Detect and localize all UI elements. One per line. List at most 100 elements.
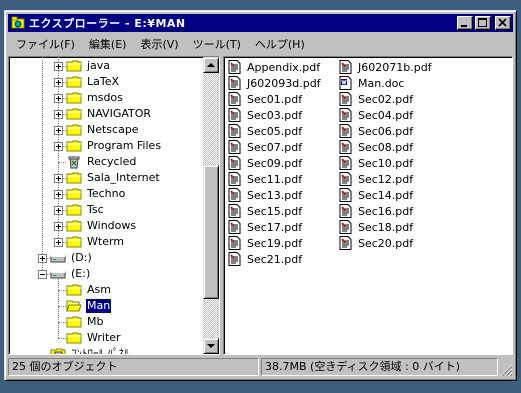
expand-icon[interactable] <box>54 222 63 231</box>
tree-item-label[interactable]: Tsc <box>86 203 105 217</box>
folder-icon <box>66 283 82 297</box>
menu-file[interactable]: ファイル(F) <box>8 36 81 52</box>
tree-item-label[interactable]: (D:) <box>70 251 93 265</box>
tree-item-label[interactable]: java <box>86 59 111 73</box>
file-item[interactable]: Sec20.pdf <box>339 235 413 251</box>
explorer-window: エクスプローラー - E:¥MAN ファイル(F) 編集(E) 表示(V) ツー… <box>4 10 517 381</box>
collapse-icon[interactable] <box>38 270 47 279</box>
tree-connector <box>58 338 66 339</box>
file-item[interactable]: Appendix.pdf <box>228 59 320 75</box>
menu-help[interactable]: ヘルプ(H) <box>247 36 311 52</box>
tree-item-label[interactable]: Program Files <box>86 139 162 153</box>
drive-icon <box>50 251 66 265</box>
tree-item-label[interactable]: Windows <box>86 219 137 233</box>
tree-vertical-scrollbar[interactable] <box>203 57 219 354</box>
file-item[interactable]: J602071b.pdf <box>339 59 432 75</box>
status-object-count: 25 個のオブジェクト <box>8 358 259 376</box>
file-item[interactable]: Sec14.pdf <box>339 187 413 203</box>
folder-icon <box>66 203 82 217</box>
tree-item-label[interactable]: msdos <box>86 91 124 105</box>
file-item[interactable]: Sec01.pdf <box>228 91 302 107</box>
folder-tree-pane[interactable]: java LaTeX msdos NAVIGATOR Netscape Program F… <box>8 56 220 355</box>
minimize-button[interactable] <box>457 16 473 30</box>
file-item[interactable]: Man.doc <box>339 75 404 91</box>
expand-icon[interactable] <box>54 174 63 183</box>
tree-item-label[interactable]: Techno <box>86 187 126 201</box>
file-item[interactable]: Sec17.pdf <box>228 219 302 235</box>
tree-item-label[interactable]: (E:) <box>70 267 91 281</box>
status-disk-info: 38.7MB (空きディスク領域 : 0 バイト) <box>261 358 498 376</box>
file-name: Sec18.pdf <box>358 220 414 234</box>
expand-icon[interactable] <box>54 142 63 151</box>
expand-icon[interactable] <box>54 78 63 87</box>
file-name: Sec16.pdf <box>358 204 414 218</box>
file-name: Sec10.pdf <box>358 156 414 170</box>
pdf-file-icon <box>228 188 244 202</box>
tree-item-label[interactable]: Netscape <box>86 123 140 137</box>
tree-item-label[interactable]: Asm <box>86 283 112 297</box>
tree-item-label[interactable]: LaTeX <box>86 75 120 89</box>
file-item[interactable]: Sec06.pdf <box>339 123 413 139</box>
folder-icon <box>66 171 82 185</box>
expand-icon[interactable] <box>54 190 63 199</box>
file-item[interactable]: Sec09.pdf <box>228 155 302 171</box>
file-list-pane[interactable]: Appendix.pdf J602093d.pdf Sec01.pdf Sec03.p… <box>223 56 513 355</box>
file-item[interactable]: Sec03.pdf <box>228 107 302 123</box>
scroll-thumb[interactable] <box>203 165 219 299</box>
maximize-button[interactable] <box>475 16 491 30</box>
file-item[interactable]: Sec02.pdf <box>339 91 413 107</box>
file-item[interactable]: Sec12.pdf <box>339 171 413 187</box>
expand-icon[interactable] <box>54 110 63 119</box>
file-item[interactable]: Sec04.pdf <box>339 107 413 123</box>
expand-icon[interactable] <box>54 62 63 71</box>
file-item[interactable]: Sec07.pdf <box>228 139 302 155</box>
pdf-file-icon <box>339 92 355 106</box>
tree-item-label[interactable]: Mb <box>86 315 104 329</box>
tree-connector <box>42 57 43 274</box>
expand-icon[interactable] <box>38 254 47 263</box>
title-bar[interactable]: エクスプローラー - E:¥MAN <box>8 14 513 32</box>
minimize-icon <box>461 25 467 27</box>
menu-view[interactable]: 表示(V) <box>132 36 184 52</box>
expand-icon[interactable] <box>54 126 63 135</box>
scroll-up-button[interactable] <box>203 57 219 73</box>
file-name: Appendix.pdf <box>247 60 321 74</box>
tree-item-label[interactable]: Man <box>84 298 113 314</box>
file-name: Sec12.pdf <box>358 172 414 186</box>
tree-item-label[interactable]: ｺﾝﾄﾛｰﾙ ﾊﾟﾈﾙ <box>70 347 131 354</box>
tree-item-label[interactable]: Wterm <box>86 235 125 249</box>
file-item[interactable]: Sec18.pdf <box>339 219 413 235</box>
file-item[interactable]: Sec11.pdf <box>228 171 302 187</box>
file-item[interactable]: Sec05.pdf <box>228 123 302 139</box>
file-name: Sec03.pdf <box>247 108 303 122</box>
arrow-down-icon <box>207 344 215 348</box>
file-item[interactable]: J602093d.pdf <box>228 75 321 91</box>
close-button[interactable] <box>495 16 511 30</box>
file-item[interactable]: Sec08.pdf <box>339 139 413 155</box>
file-name: Sec14.pdf <box>358 188 414 202</box>
resize-grip-icon[interactable] <box>500 364 513 377</box>
folder-icon <box>66 107 82 121</box>
pdf-file-icon <box>228 140 244 154</box>
tree-item-label[interactable]: NAVIGATOR <box>86 107 152 121</box>
scroll-down-button[interactable] <box>203 338 219 354</box>
pdf-file-icon <box>228 236 244 250</box>
expand-icon[interactable] <box>54 94 63 103</box>
file-name: Sec04.pdf <box>358 108 414 122</box>
tree-item-label[interactable]: Sala_Internet <box>86 171 161 185</box>
file-item[interactable]: Sec10.pdf <box>339 155 413 171</box>
file-item[interactable]: Sec21.pdf <box>228 251 302 267</box>
file-item[interactable]: Sec13.pdf <box>228 187 302 203</box>
tree-item-label[interactable]: Recycled <box>86 155 137 169</box>
menu-edit[interactable]: 編集(E) <box>81 36 133 52</box>
expand-icon[interactable] <box>54 206 63 215</box>
control-panel-icon <box>50 347 66 354</box>
file-item[interactable]: Sec15.pdf <box>228 203 302 219</box>
file-item[interactable]: Sec16.pdf <box>339 203 413 219</box>
tree-item-label[interactable]: Writer <box>86 331 122 345</box>
expand-icon[interactable] <box>54 238 63 247</box>
explorer-app-icon <box>11 16 25 29</box>
file-item[interactable]: Sec19.pdf <box>228 235 302 251</box>
menu-tools[interactable]: ツール(T) <box>185 36 247 52</box>
file-name: Man.doc <box>358 76 405 90</box>
